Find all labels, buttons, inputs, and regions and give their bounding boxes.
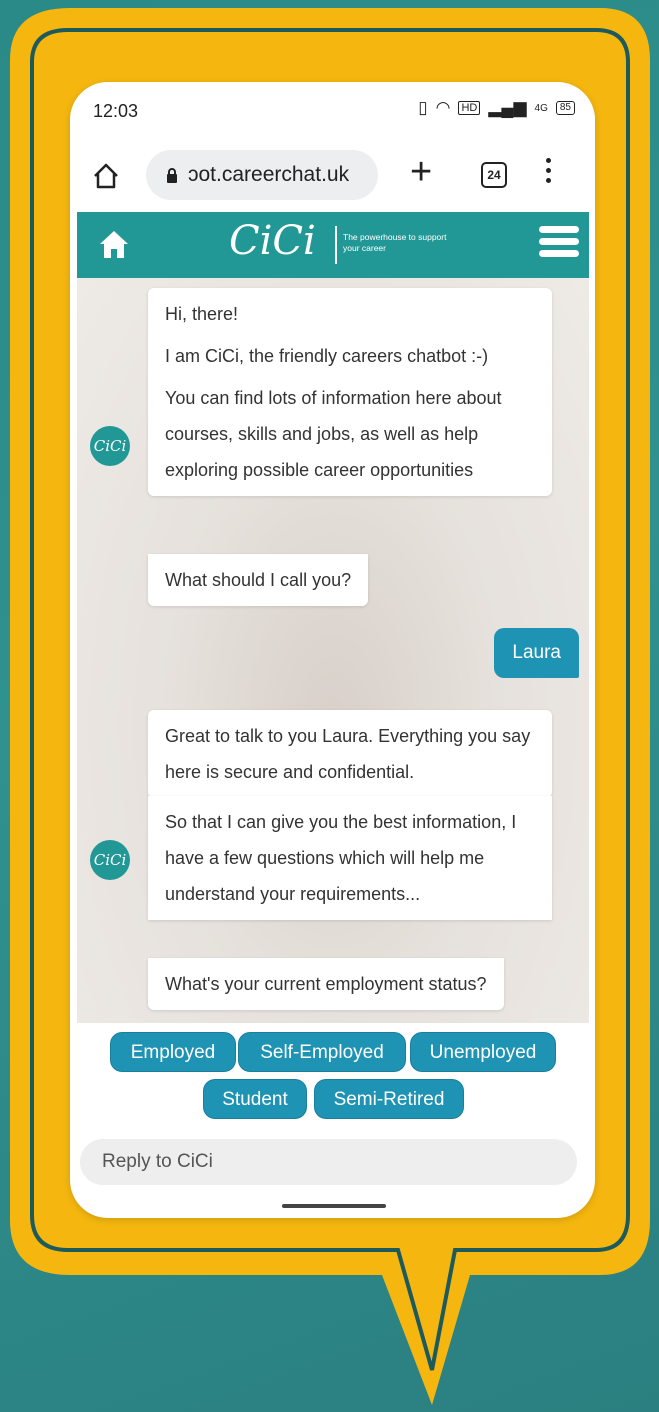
bot-question-text: What should I call you? [165,570,352,590]
hamburger-menu-icon[interactable] [539,226,579,262]
tab-switcher-button[interactable]: 24 [481,162,507,188]
bot-message-line: Hi, there! [165,304,239,324]
lock-icon [167,168,177,183]
bot-message: Hi, there! I am CiCi, the friendly caree… [148,288,552,496]
bot-question-text: What's your current employment status? [165,974,487,994]
choice-self-employed-button[interactable]: Self-Employed [238,1032,406,1072]
cici-logo: CiCi [229,218,316,264]
logo-divider [335,226,337,264]
chat-area[interactable]: Hi, there! I am CiCi, the friendly caree… [77,278,589,1023]
browser-menu-icon[interactable] [546,158,554,188]
new-tab-plus-icon[interactable]: + [410,153,432,191]
status-icons: ▯ ◠ HD ▂▄▆ 4G 85 [418,98,575,118]
choice-unemployed-button[interactable]: Unemployed [410,1032,556,1072]
wifi-icon: ◠ [435,98,451,117]
battery-icon: 85 [555,101,575,115]
bot-avatar: CiCi [90,840,130,880]
browser-toolbar: ɔot.careerchat.uk + 24 [70,140,595,212]
status-time: 12:03 [93,101,139,121]
choice-student-button[interactable]: Student [203,1079,307,1119]
app-tagline: The powerhouse to support your career [343,232,447,253]
quick-reply-options: Employed Self-Employed Unemployed Studen… [77,1023,589,1131]
hd-icon: HD [458,101,481,115]
browser-home-icon[interactable] [92,162,120,190]
bot-question: What's your current employment status? [148,958,504,1010]
choice-employed-button[interactable]: Employed [110,1032,236,1072]
phone-screen: 12:03 ▯ ◠ HD ▂▄▆ 4G 85 ɔot.careerchat.uk… [70,82,595,1218]
bot-message-text: So that I can give you the best informat… [165,812,517,904]
bot-message-line: I am CiCi, the friendly careers chatbot … [165,346,489,366]
vibrate-icon: ▯ [418,98,428,117]
bot-message-line: You can find lots of information here ab… [165,388,502,480]
choice-semi-retired-button[interactable]: Semi-Retired [314,1079,464,1119]
bot-question: What should I call you? [148,554,369,606]
reply-input[interactable] [80,1139,577,1185]
address-bar[interactable]: ɔot.careerchat.uk [146,150,378,200]
bot-message: So that I can give you the best informat… [148,796,552,920]
bot-avatar: CiCi [90,426,130,466]
bot-message-text: Great to talk to you Laura. Everything y… [165,726,531,782]
signal-icon: ▂▄▆ [488,98,527,117]
gesture-bar [282,1204,386,1208]
app-header: CiCi The powerhouse to support your care… [77,212,589,278]
url-text: ɔot.careerchat.uk [188,163,350,186]
network-type-label: 4G [534,102,548,114]
app-home-icon[interactable] [97,227,131,261]
bot-message: Great to talk to you Laura. Everything y… [148,710,552,798]
status-bar: 12:03 ▯ ◠ HD ▂▄▆ 4G 85 [70,82,595,140]
user-message: Laura [494,628,579,678]
